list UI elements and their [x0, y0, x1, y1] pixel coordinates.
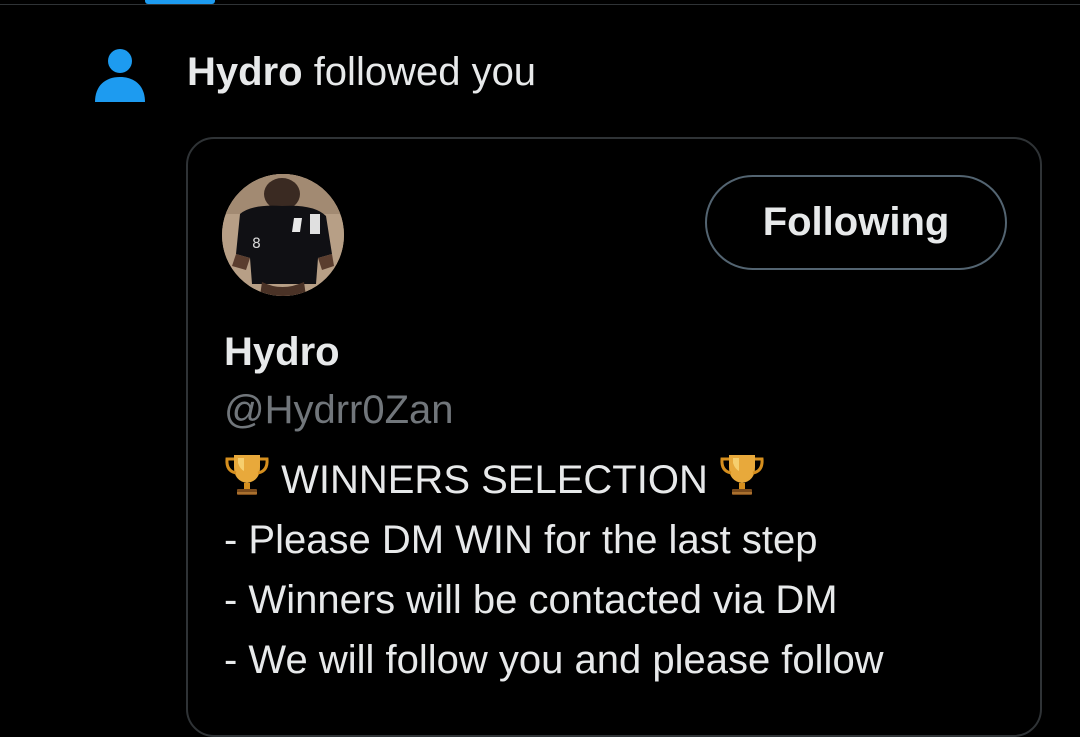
bio-line-1: WINNERS SELECTION: [224, 450, 884, 510]
notification-action-text: followed you: [302, 50, 537, 94]
active-tab-indicator: [145, 0, 215, 4]
svg-text:8: 8: [252, 236, 261, 252]
following-button[interactable]: Following: [705, 175, 1007, 270]
profile-bio: WINNERS SELECTION - Please DM WIN for th…: [224, 450, 884, 690]
bio-line-4: - We will follow you and please follow: [224, 638, 884, 682]
bio-line-3: - Winners will be contacted via DM: [224, 578, 838, 622]
notification-text: Hydro followed you: [187, 48, 536, 96]
profile-display-name[interactable]: Hydro: [224, 328, 340, 376]
trophy-icon: [224, 451, 270, 499]
bio-line-1-text: WINNERS SELECTION: [270, 458, 719, 502]
trophy-icon: [719, 451, 765, 499]
person-icon: [92, 46, 148, 104]
avatar[interactable]: 8: [222, 174, 344, 296]
profile-handle[interactable]: @Hydrr0Zan: [224, 386, 454, 434]
top-divider: [0, 4, 1080, 5]
bio-line-2: - Please DM WIN for the last step: [224, 518, 818, 562]
notification-actor-name[interactable]: Hydro: [187, 50, 303, 94]
